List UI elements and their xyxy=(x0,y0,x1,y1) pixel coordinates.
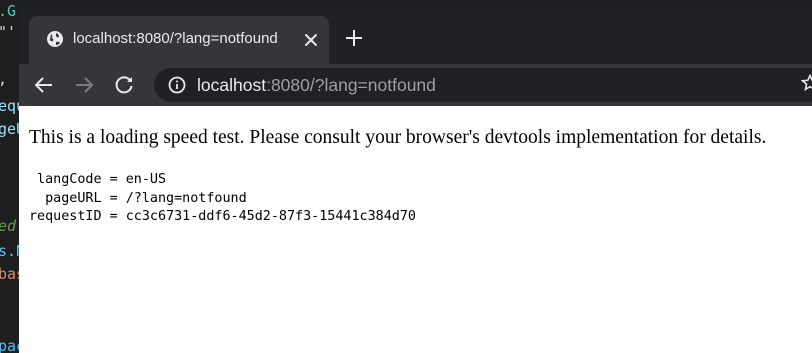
tab-title: localhost:8080/?lang=notfound xyxy=(73,30,278,47)
plus-icon[interactable] xyxy=(342,26,366,50)
star-icon[interactable] xyxy=(801,74,812,92)
reload-icon[interactable] xyxy=(112,73,136,97)
code-line: bas xyxy=(0,265,19,283)
url-path: :8080/?lang=notfound xyxy=(266,75,436,95)
browser-tab[interactable]: localhost:8080/?lang=notfound xyxy=(29,16,329,64)
globe-icon xyxy=(47,31,63,47)
browser-toolbar: localhost:8080/?lang=notfound xyxy=(19,64,812,106)
intro-text: This is a loading speed test. Please con… xyxy=(29,127,767,148)
address-bar[interactable]: localhost:8080/?lang=notfound xyxy=(154,68,812,102)
page-content: This is a loading speed test. Please con… xyxy=(19,106,812,353)
code-line: ed xyxy=(0,217,17,235)
background-code-editor: .G "' , equ geU ed s.N bas pac xyxy=(0,0,19,353)
code-line: "' xyxy=(0,23,17,41)
url-text: localhost:8080/?lang=notfound xyxy=(197,75,436,96)
code-line: pac xyxy=(0,337,19,353)
request-info: langCode = en-US pageURL = /?lang=notfou… xyxy=(29,172,416,224)
code-line: , xyxy=(0,70,7,88)
arrow-right-icon[interactable] xyxy=(72,73,96,97)
tab-strip: localhost:8080/?lang=notfound xyxy=(19,6,812,64)
code-line: .G xyxy=(0,2,17,20)
arrow-left-icon[interactable] xyxy=(32,73,56,97)
code-line: equ xyxy=(0,97,19,115)
code-line: geU xyxy=(0,120,19,138)
info-icon[interactable] xyxy=(168,76,186,94)
close-icon[interactable] xyxy=(301,30,321,50)
code-line: s.N xyxy=(0,242,19,260)
url-host: localhost xyxy=(197,75,267,95)
browser-window: localhost:8080/?lang=notfound localhost:… xyxy=(19,6,812,353)
